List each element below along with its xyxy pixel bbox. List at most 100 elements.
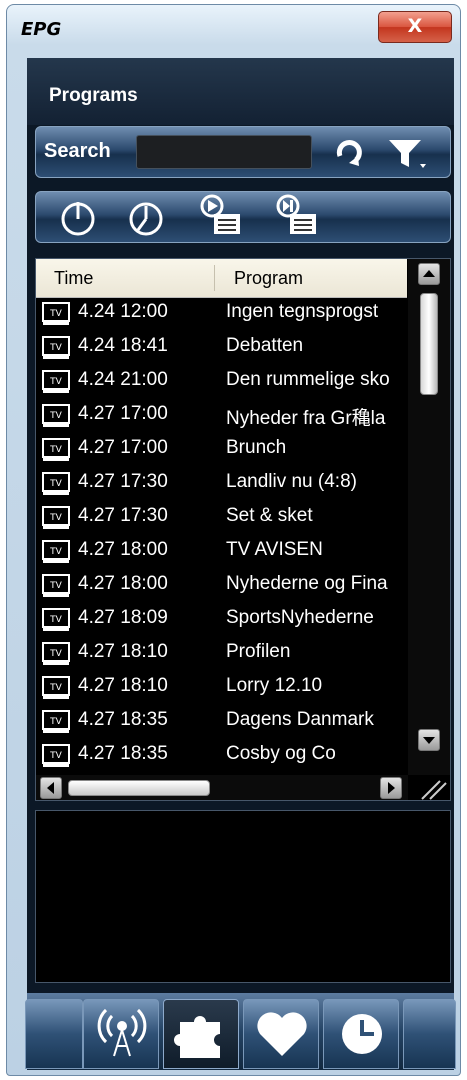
- puzzle-icon: [174, 1016, 220, 1058]
- scroll-down-button[interactable]: [418, 729, 440, 751]
- tab-favorites[interactable]: [243, 999, 319, 1069]
- list-rows: TV 4.24 12:00 Ingen tegnsprogst TV 4.24 18:4…: [36, 297, 407, 775]
- program-title: SportsNyhederne: [226, 607, 374, 628]
- epg-window: EPG X Programs Search Time Program TV 4.…: [6, 4, 461, 1076]
- tv-icon: TV: [42, 336, 70, 359]
- panel-title: Programs: [49, 85, 138, 106]
- list-item[interactable]: TV 4.24 12:00 Ingen tegnsprogst: [36, 297, 407, 331]
- close-button[interactable]: X: [378, 11, 452, 43]
- list-item[interactable]: TV 4.24 18:41 Debatten: [36, 331, 407, 365]
- horizontal-scrollbar[interactable]: [36, 775, 408, 800]
- list-item[interactable]: TV 4.27 17:30 Set & sket: [36, 501, 407, 535]
- tab-spacer-right: [403, 999, 456, 1069]
- svg-text:TV: TV: [49, 377, 62, 387]
- search-label: Search: [44, 140, 111, 162]
- vertical-scroll-thumb[interactable]: [420, 293, 438, 395]
- program-time: 4.27 17:30: [78, 471, 168, 492]
- list-item[interactable]: TV 4.27 18:35 Cosby og Co: [36, 739, 407, 773]
- filter-button[interactable]: [386, 136, 430, 172]
- program-time: 4.27 17:30: [78, 505, 168, 526]
- tv-icon: TV: [42, 744, 70, 767]
- program-time: 4.27 17:00: [78, 437, 168, 458]
- tv-icon: TV: [42, 302, 70, 325]
- program-title: Cosby og Co: [226, 743, 336, 764]
- panel-header: Programs: [27, 58, 454, 125]
- tab-broadcast[interactable]: [83, 999, 159, 1069]
- list-item[interactable]: TV 4.27 18:00 Nyhederne og Fina: [36, 569, 407, 603]
- clock-icon: [342, 1014, 382, 1054]
- svg-text:TV: TV: [49, 309, 62, 319]
- svg-text:TV: TV: [49, 445, 62, 455]
- broadcast-icon: [97, 1008, 147, 1057]
- window-title: EPG: [21, 19, 62, 40]
- svg-text:TV: TV: [49, 615, 62, 625]
- program-list[interactable]: Time Program TV 4.24 12:00 Ingen tegnsprog…: [35, 258, 451, 801]
- program-time: 4.27 18:35: [78, 743, 168, 764]
- arrow-left-icon: [47, 782, 54, 794]
- svg-text:TV: TV: [49, 513, 62, 523]
- list-item[interactable]: TV 4.27 17:00 Brunch: [36, 433, 407, 467]
- resize-grip-icon: [421, 780, 447, 800]
- power-icon: [61, 202, 95, 236]
- program-time: 4.27 18:00: [78, 539, 168, 560]
- program-time: 4.27 18:10: [78, 641, 168, 662]
- horizontal-scroll-thumb[interactable]: [68, 780, 210, 796]
- record-next-icon: [276, 194, 316, 234]
- list-item[interactable]: TV 4.27 18:10 Profilen: [36, 637, 407, 671]
- close-icon: X: [407, 15, 423, 37]
- list-item[interactable]: TV 4.24 21:00 Den rummelige sko: [36, 365, 407, 399]
- svg-text:TV: TV: [49, 683, 62, 693]
- svg-text:TV: TV: [49, 411, 62, 421]
- toolbar: [35, 191, 451, 243]
- clock-icon: [129, 202, 163, 236]
- column-header-time[interactable]: Time: [54, 268, 93, 289]
- tab-plugins[interactable]: [163, 999, 239, 1069]
- tv-icon: TV: [42, 710, 70, 733]
- column-header-program[interactable]: Program: [234, 268, 303, 289]
- list-item[interactable]: TV 4.27 18:10 Lorry 12.10: [36, 671, 407, 705]
- arrow-right-icon: [388, 782, 395, 794]
- svg-text:TV: TV: [49, 343, 62, 353]
- program-time: 4.27 18:35: [78, 709, 168, 730]
- arrow-up-icon: [423, 270, 435, 277]
- program-title: Brunch: [226, 437, 287, 458]
- program-title: Set & sket: [226, 505, 313, 526]
- client-area: Programs Search Time Program TV 4.24 12:…: [25, 58, 456, 1070]
- list-item[interactable]: TV 4.27 17:30 Landliv nu (4:8): [36, 467, 407, 501]
- program-time: 4.27 18:10: [78, 675, 168, 696]
- record-play-button[interactable]: [198, 194, 246, 238]
- vertical-scrollbar[interactable]: [408, 259, 450, 775]
- tv-icon: TV: [42, 642, 70, 665]
- arrow-down-icon: [423, 737, 435, 744]
- power-button[interactable]: [58, 198, 98, 238]
- column-separator[interactable]: [214, 265, 215, 291]
- refresh-button[interactable]: [332, 136, 366, 170]
- resize-grip[interactable]: [408, 775, 450, 800]
- svg-text:TV: TV: [49, 479, 62, 489]
- tv-icon: TV: [42, 574, 70, 597]
- refresh-icon: [336, 140, 362, 166]
- scroll-up-button[interactable]: [418, 263, 440, 285]
- list-item[interactable]: TV 4.27 18:09 SportsNyhederne: [36, 603, 407, 637]
- list-item[interactable]: TV 4.27 17:00 Nyheder fra Gr穐la: [36, 399, 407, 433]
- program-title: Nyhederne og Fina: [226, 573, 388, 594]
- program-title: Nyheder fra Gr穐la: [226, 408, 386, 429]
- search-input[interactable]: [136, 135, 312, 169]
- svg-text:TV: TV: [49, 751, 62, 761]
- record-next-button[interactable]: [274, 194, 322, 238]
- tab-spacer-left: [25, 999, 83, 1069]
- tv-icon: TV: [42, 404, 70, 427]
- clock-button[interactable]: [126, 198, 166, 238]
- scroll-right-button[interactable]: [380, 777, 402, 799]
- scroll-left-button[interactable]: [40, 777, 62, 799]
- program-title: Profilen: [226, 641, 291, 662]
- title-bar[interactable]: EPG X: [7, 5, 460, 45]
- svg-text:TV: TV: [49, 547, 62, 557]
- program-title: TV AVISEN: [226, 539, 323, 560]
- list-header: Time Program: [36, 259, 407, 298]
- program-time: 4.24 12:00: [78, 301, 168, 322]
- tab-reminders[interactable]: [323, 999, 399, 1069]
- program-title: Ingen tegnsprogst: [226, 301, 379, 322]
- list-item[interactable]: TV 4.27 18:35 Dagens Danmark: [36, 705, 407, 739]
- list-item[interactable]: TV 4.27 18:00 TV AVISEN: [36, 535, 407, 569]
